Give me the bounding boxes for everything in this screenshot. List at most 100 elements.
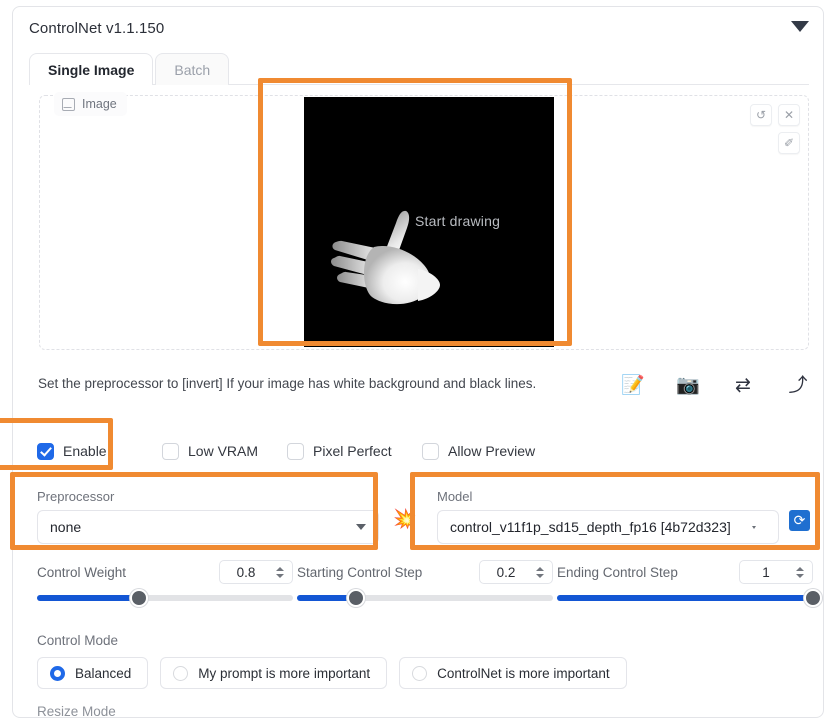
tab-batch[interactable]: Batch — [155, 53, 230, 85]
chevron-down-icon — [356, 524, 366, 530]
drawing-canvas[interactable]: Start drawing — [304, 97, 554, 347]
checkbox-allow-preview[interactable]: Allow Preview — [422, 442, 536, 460]
new-canvas-icon[interactable]: 📝 — [618, 376, 648, 395]
stepper-up-icon — [536, 566, 544, 571]
slider-ending-control-step-number[interactable]: 1 — [739, 560, 813, 584]
mirror-webcam-icon[interactable]: ⇄ — [728, 376, 758, 395]
radio-my-prompt-important-dot[interactable] — [173, 665, 189, 681]
preprocessor-label: Preprocessor — [37, 489, 115, 504]
resize-mode-label: Resize Mode — [37, 704, 116, 719]
slider-control-weight-thumb[interactable] — [130, 589, 149, 607]
slider-starting-control-step-value: 0.2 — [496, 564, 516, 580]
stepper-icon[interactable] — [532, 563, 548, 581]
slider-starting-control-step: Starting Control Step 0.2 — [297, 559, 553, 607]
page-title: ControlNet v1.1.150 — [29, 19, 165, 37]
slider-control-weight-number[interactable]: 0.8 — [219, 560, 293, 584]
stepper-down-icon — [796, 573, 804, 578]
checkbox-low-vram-label: Low VRAM — [188, 443, 259, 459]
brush-glyph: ✐ — [783, 136, 795, 150]
stepper-up-icon — [796, 566, 804, 571]
slider-starting-control-step-number[interactable]: 0.2 — [479, 560, 553, 584]
slider-ending-control-step-value: 1 — [762, 564, 770, 580]
stepper-icon[interactable] — [792, 563, 808, 581]
slider-control-weight: Control Weight 0.8 — [37, 559, 293, 607]
slider-starting-control-step-track[interactable] — [297, 589, 553, 607]
send-dimensions-icon[interactable]: ⤴ — [783, 376, 813, 395]
tab-single-image[interactable]: Single Image — [29, 53, 154, 86]
checkbox-allow-preview-label: Allow Preview — [448, 443, 536, 459]
webcam-icon[interactable]: 📷 — [673, 376, 703, 395]
tab-bar: Single Image Batch — [29, 53, 809, 86]
model-field: Model control_v11f1p_sd15_depth_fp16 [4b… — [437, 489, 779, 544]
radio-balanced[interactable]: Balanced — [37, 657, 149, 689]
preprocessor-field: Preprocessor none — [37, 489, 379, 544]
radio-my-prompt-important-label: My prompt is more important — [198, 665, 371, 681]
preprocessor-value: none — [50, 519, 82, 535]
slider-control-weight-value: 0.8 — [236, 564, 256, 580]
canvas-tool-row-top: ↺ ✕ — [750, 104, 800, 126]
control-mode-label: Control Mode — [37, 633, 119, 648]
checkbox-enable-label: Enable — [63, 443, 107, 459]
checkbox-low-vram-box[interactable] — [162, 442, 179, 460]
slider-starting-control-step-header: Starting Control Step 0.2 — [297, 559, 553, 585]
picture-icon — [62, 97, 75, 111]
preprocessor-hint-text: Set the preprocessor to [invert] If your… — [38, 376, 537, 391]
undo-glyph: ↺ — [755, 108, 767, 122]
stepper-down-icon — [276, 573, 284, 578]
refresh-icon[interactable]: ⟳ — [789, 510, 810, 531]
checkbox-low-vram[interactable]: Low VRAM — [162, 442, 287, 460]
slider-control-weight-track[interactable] — [37, 589, 293, 607]
radio-controlnet-important-label: ControlNet is more important — [437, 665, 610, 681]
close-glyph: ✕ — [783, 108, 795, 122]
brush-icon[interactable]: ✐ — [778, 132, 800, 154]
slider-ending-control-step-track[interactable] — [557, 589, 822, 607]
checkbox-enable-box[interactable] — [37, 442, 54, 460]
model-label: Model — [437, 489, 473, 504]
slider-starting-control-step-label: Starting Control Step — [297, 564, 423, 580]
image-subtab-label: Image — [82, 97, 117, 111]
close-icon[interactable]: ✕ — [778, 104, 800, 126]
slider-starting-control-step-thumb[interactable] — [346, 589, 365, 607]
controlnet-panel-screenshot: ControlNet v1.1.150 Single Image Batch I… — [0, 0, 834, 720]
chevron-down-icon[interactable] — [791, 21, 809, 32]
canvas-tool-group: ↺ ✕ ✐ — [750, 104, 800, 154]
chevron-down-icon — [752, 525, 756, 529]
radio-controlnet-important-dot[interactable] — [412, 665, 428, 681]
stepper-icon[interactable] — [272, 563, 288, 581]
slider-ending-control-step: Ending Control Step 1 — [557, 559, 822, 607]
checkbox-pixel-perfect-label: Pixel Perfect — [313, 443, 392, 459]
start-drawing-label: Start drawing — [415, 213, 501, 229]
checkbox-pixel-perfect[interactable]: Pixel Perfect — [287, 442, 422, 460]
tab-batch-label: Batch — [174, 61, 211, 78]
control-mode-radio-group: Balanced My prompt is more important Con… — [37, 657, 627, 689]
controlnet-accordion-panel: ControlNet v1.1.150 Single Image Batch I… — [12, 6, 824, 719]
options-checkbox-row: Enable Low VRAM Pixel Perfect Allow Prev… — [37, 439, 557, 463]
checkbox-pixel-perfect-box[interactable] — [287, 442, 304, 460]
canvas-tool-row-bottom: ✐ — [778, 132, 800, 154]
radio-my-prompt-important[interactable]: My prompt is more important — [160, 657, 388, 689]
panel-header: ControlNet v1.1.150 — [13, 7, 823, 49]
radio-balanced-label: Balanced — [75, 665, 132, 681]
slider-control-weight-fill — [37, 595, 140, 601]
slider-ending-control-step-thumb[interactable] — [804, 589, 822, 607]
radio-balanced-dot[interactable] — [50, 665, 65, 681]
image-subtab[interactable]: Image — [54, 92, 127, 116]
stepper-down-icon — [536, 573, 544, 578]
slider-ending-control-step-fill — [557, 595, 813, 601]
slider-control-weight-header: Control Weight 0.8 — [37, 559, 293, 585]
tab-single-image-label: Single Image — [48, 61, 135, 78]
checkbox-enable[interactable]: Enable — [37, 442, 162, 460]
undo-icon[interactable]: ↺ — [750, 104, 772, 126]
model-value: control_v11f1p_sd15_depth_fp16 [4b72d323… — [450, 519, 731, 535]
preprocessor-select[interactable]: none — [37, 510, 379, 544]
slider-control-weight-label: Control Weight — [37, 564, 127, 580]
slider-ending-control-step-label: Ending Control Step — [557, 564, 678, 580]
explosion-icon[interactable]: 💥 — [393, 510, 417, 529]
checkbox-allow-preview-box[interactable] — [422, 442, 439, 460]
image-drop-area[interactable]: Image Start drawing ↺ ✕ ✐ — [39, 92, 809, 350]
radio-controlnet-important[interactable]: ControlNet is more important — [399, 657, 627, 689]
image-action-icons: 📝 📷 ⇄ ⤴ — [618, 369, 813, 401]
slider-ending-control-step-header: Ending Control Step 1 — [557, 559, 813, 585]
model-select[interactable]: control_v11f1p_sd15_depth_fp16 [4b72d323… — [437, 510, 779, 544]
stepper-up-icon — [276, 566, 284, 571]
